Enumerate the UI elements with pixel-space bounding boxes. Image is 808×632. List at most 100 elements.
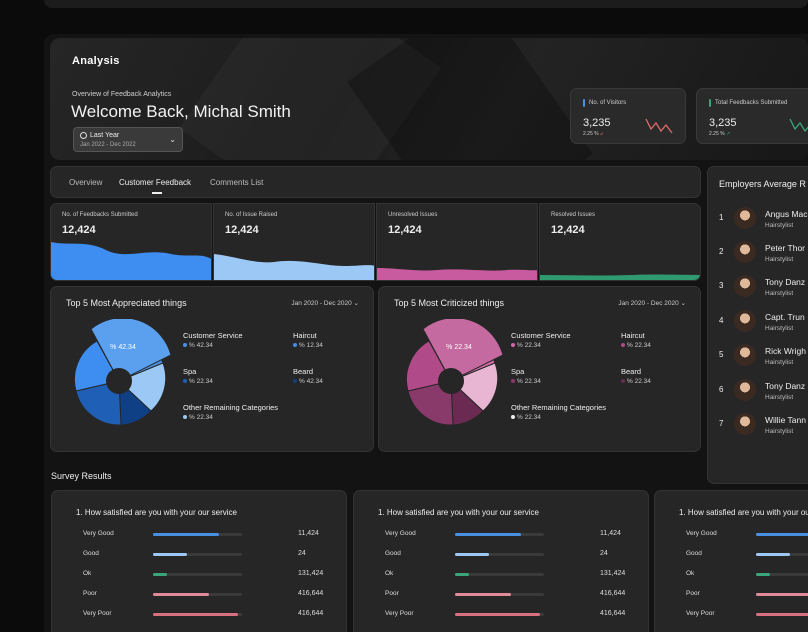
- kpi-percent: 2.25 % ↗: [709, 131, 731, 137]
- survey-bar-fill: [455, 573, 470, 576]
- legend-item: Other Remaining Categories % 22.34: [183, 403, 279, 421]
- employer-name: Angus Mac: [765, 209, 808, 219]
- survey-row: Very Poor 416,644: [354, 610, 650, 622]
- brand-logo[interactable]: Analysis: [72, 55, 120, 67]
- stat-value: 12,424: [388, 224, 422, 236]
- survey-option-label: Ok: [83, 570, 92, 577]
- accent-bar: [583, 99, 585, 107]
- employer-row[interactable]: 7 Willie Tann Hairstylist: [708, 409, 808, 443]
- survey-row: Very Poor 416,644: [52, 610, 348, 622]
- employer-row[interactable]: 1 Angus Mac Hairstylist: [708, 203, 808, 237]
- employer-row[interactable]: 5 Rick Wrigh Hairstylist: [708, 340, 808, 374]
- employer-row[interactable]: 6 Tony Danz Hairstylist: [708, 375, 808, 409]
- survey-row: Ok131,424: [655, 570, 808, 582]
- kpi-label: No. of Visitors: [589, 100, 627, 106]
- survey-row: Good24: [655, 550, 808, 562]
- employer-name: Capt. Trun: [765, 312, 805, 322]
- survey-row: Very Good11,424: [655, 530, 808, 542]
- survey-row: Ok131,424: [354, 570, 650, 582]
- card-title: Top 5 Most Criticized things: [394, 298, 505, 308]
- survey-option-value: 416,644: [298, 590, 324, 597]
- employer-row[interactable]: 2 Peter Thor Hairstylist: [708, 237, 808, 271]
- survey-card: 1. How satisfied are you with your our s…: [51, 490, 347, 632]
- survey-bar-fill: [756, 533, 808, 536]
- survey-row: Poor 416,644: [354, 590, 650, 602]
- rank-number: 7: [719, 419, 724, 428]
- appreciated-pie-chart: % 42.34: [73, 319, 172, 426]
- avatar: [734, 207, 756, 229]
- survey-row: Very Good11,424: [354, 530, 650, 542]
- stat-value: 12,424: [551, 224, 585, 236]
- survey-option-value: 416,644: [600, 610, 626, 617]
- card-title: Top 5 Most Appreciated things: [66, 298, 187, 308]
- employer-row[interactable]: 4 Capt. Trun Hairstylist: [708, 306, 808, 340]
- period-dropdown[interactable]: Jan 2020 - Dec 2020 ⌄: [291, 299, 359, 307]
- trend-sparkline-icon: [789, 118, 808, 133]
- date-range-dropdown[interactable]: Last Year Jan 2022 - Dec 2022 ⌄: [73, 127, 183, 152]
- survey-bar-track: [153, 533, 242, 536]
- stat-label: No. of Feedbacks Submitted: [62, 212, 138, 218]
- survey-option-label: Very Good: [83, 530, 114, 537]
- survey-bar-fill: [153, 613, 238, 616]
- survey-row: Good24: [354, 550, 650, 562]
- legend-item: Spa % 22.34: [183, 367, 213, 385]
- survey-bar-fill: [455, 613, 540, 616]
- pie-slice-label: % 42.34: [110, 344, 136, 351]
- survey-row: Ok131,424: [52, 570, 348, 582]
- kpi-percent: 2.25 % ↙: [583, 131, 605, 137]
- employer-name: Tony Danz: [765, 277, 806, 287]
- survey-question: 1. How satisfied are you with your our s…: [378, 508, 539, 517]
- survey-question: 1. How satisfied are you with your our s…: [679, 508, 808, 517]
- survey-option-label: Very Good: [686, 530, 717, 537]
- survey-option-value: 24: [600, 550, 608, 557]
- panel-title: Employers Average R: [719, 179, 806, 189]
- hero-banner: Analysis Overview of Feedback Analytics …: [50, 38, 808, 160]
- avatar: [734, 241, 756, 263]
- stat-issues-raised[interactable]: No. of Issue Raised 12,424: [213, 203, 375, 281]
- survey-bar-fill: [756, 593, 808, 596]
- employer-role: Hairstylist: [765, 222, 794, 229]
- kpi-label: Total Feedbacks Submitted: [715, 100, 788, 106]
- rank-number: 3: [719, 281, 724, 290]
- stat-label: Unresolved Issues: [388, 212, 438, 218]
- survey-bar-fill: [756, 613, 808, 616]
- legend-item: Customer Service % 42.34: [183, 331, 243, 349]
- survey-bar-track: [153, 573, 242, 576]
- survey-card: 1. How satisfied are you with your our s…: [654, 490, 808, 632]
- criticized-card: Top 5 Most Criticized things Jan 2020 - …: [378, 286, 701, 452]
- dashboard: Analysis Overview of Feedback Analytics …: [44, 34, 808, 632]
- stat-feedbacks[interactable]: No. of Feedbacks Submitted 12,424: [50, 203, 212, 281]
- stat-area-chart: [51, 242, 211, 280]
- stat-resolved[interactable]: Resolved Issues 12,424: [539, 203, 701, 281]
- rank-number: 2: [719, 247, 724, 256]
- stat-unresolved[interactable]: Unresolved Issues 12,424: [376, 203, 538, 281]
- visitors-card[interactable]: No. of Visitors 3,235 2.25 % ↙: [570, 88, 686, 144]
- tab-customer-feedback[interactable]: Customer Feedback: [119, 178, 191, 194]
- survey-bar-fill: [153, 593, 210, 596]
- survey-bar-fill: [455, 533, 521, 536]
- appreciated-card: Top 5 Most Appreciated things Jan 2020 -…: [50, 286, 374, 452]
- employer-role: Hairstylist: [765, 256, 794, 263]
- survey-bar-track: [756, 613, 808, 616]
- period-dropdown[interactable]: Jan 2020 - Dec 2020 ⌄: [618, 299, 686, 307]
- survey-bar-track: [153, 613, 242, 616]
- employer-name: Rick Wrigh: [765, 346, 806, 356]
- stats-row: No. of Feedbacks Submitted 12,424 No. of…: [50, 203, 701, 281]
- stat-value: 12,424: [225, 224, 259, 236]
- feedbacks-card[interactable]: Total Feedbacks Submitted 3,235 2.25 % ↗: [696, 88, 808, 144]
- survey-bar-fill: [153, 553, 187, 556]
- survey-bar-track: [455, 553, 544, 556]
- avatar: [734, 379, 756, 401]
- pie-slice-label: % 22.34: [446, 344, 472, 351]
- window-top-edge: [44, 0, 808, 8]
- date-range-label: Last Year: [90, 132, 120, 139]
- survey-question: 1. How satisfied are you with your our s…: [76, 508, 237, 517]
- survey-option-value: 416,644: [600, 590, 626, 597]
- tab-overview[interactable]: Overview: [69, 178, 102, 187]
- tab-comments-list[interactable]: Comments List: [210, 178, 263, 187]
- survey-bar-track: [153, 593, 242, 596]
- kpi-value: 3,235: [583, 117, 611, 129]
- rank-number: 6: [719, 385, 724, 394]
- employer-row[interactable]: 3 Tony Danz Hairstylist: [708, 271, 808, 305]
- rank-number: 4: [719, 316, 724, 325]
